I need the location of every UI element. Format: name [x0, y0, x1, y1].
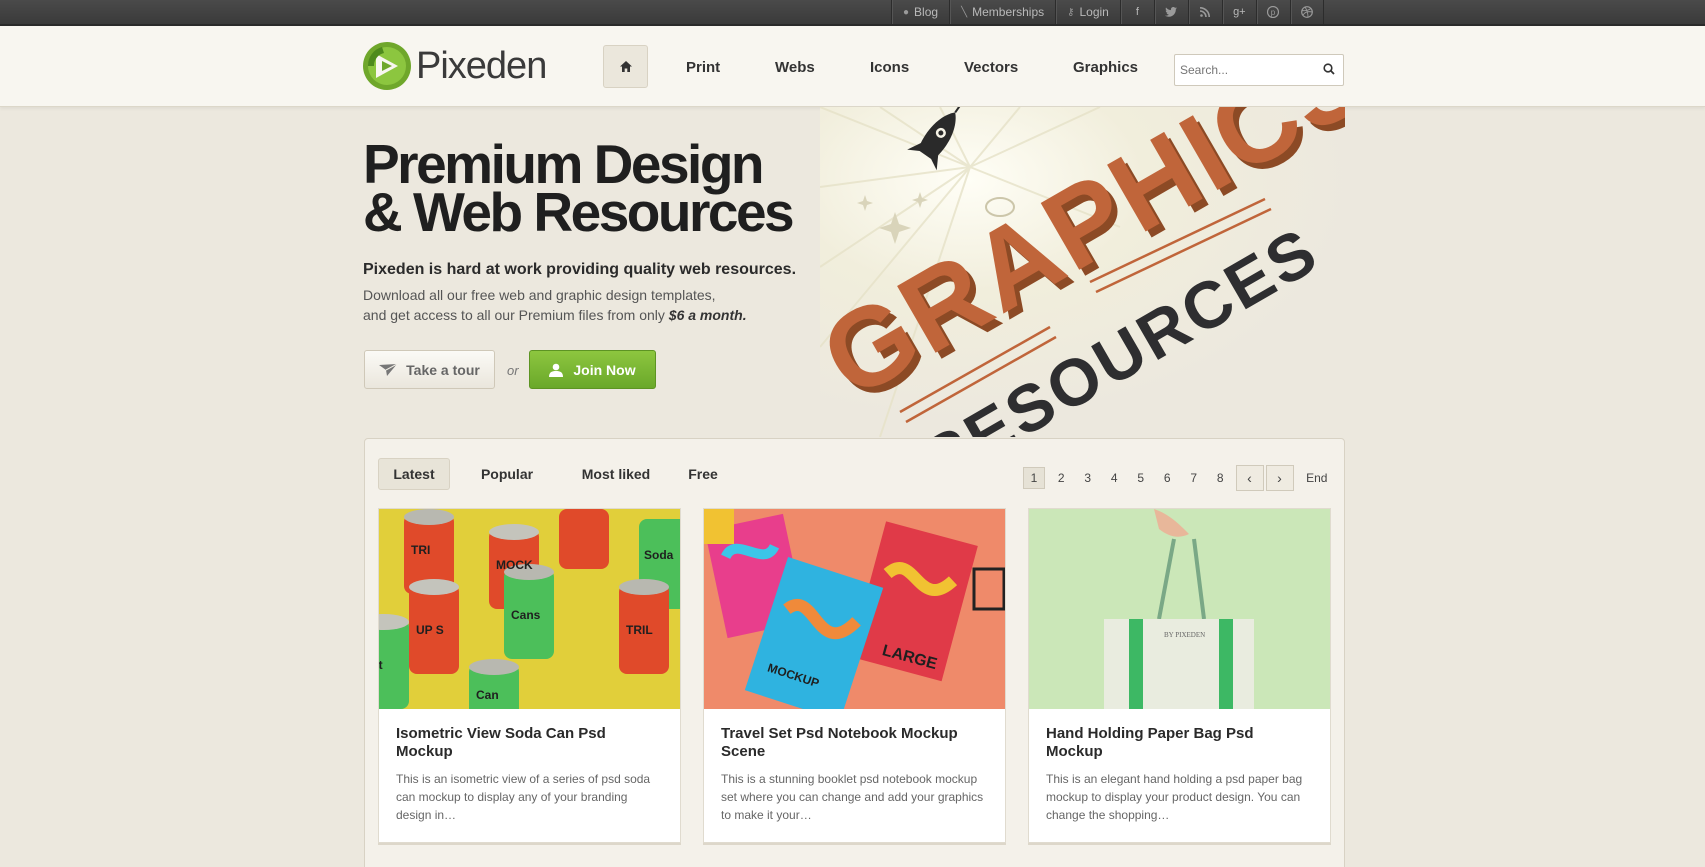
nav-print[interactable]: Print — [686, 59, 720, 76]
next-page-button[interactable]: › — [1265, 465, 1294, 491]
svg-text:Set: Set — [379, 658, 383, 672]
tab-most-liked[interactable]: Most liked — [573, 458, 659, 490]
rss-icon[interactable] — [1187, 0, 1222, 24]
page-3[interactable]: 3 — [1075, 471, 1102, 485]
soda-can-thumbnail[interactable]: TRI MOCK Soda Cans UP S TRIL Set Can — [379, 509, 680, 709]
user-icon — [549, 363, 564, 377]
tab-popular[interactable]: Popular — [474, 458, 540, 490]
hero-title-line2: & Web Resources — [363, 181, 795, 243]
nav-icons[interactable]: Icons — [870, 59, 909, 76]
blog-link[interactable]: ● Blog — [891, 0, 949, 24]
speech-bubble-icon: ● — [903, 6, 910, 18]
page-4[interactable]: 4 — [1101, 471, 1128, 485]
home-button[interactable] — [603, 45, 648, 88]
hero-description: Download all our free web and graphic de… — [363, 285, 747, 325]
nav-webs[interactable]: Webs — [775, 59, 815, 76]
page-6[interactable]: 6 — [1154, 471, 1181, 485]
card-title[interactable]: Travel Set Psd Notebook Mockup Scene — [721, 725, 988, 761]
logo-text: Pixeden — [416, 44, 547, 87]
key-icon: ⚷ — [1067, 6, 1075, 18]
nav-vectors[interactable]: Vectors — [964, 59, 1018, 76]
blog-link-label: Blog — [914, 5, 939, 19]
login-link[interactable]: ⚷ Login — [1055, 0, 1120, 24]
pagination: 1 2 3 4 5 6 7 8 ‹ › End — [1020, 465, 1330, 491]
svg-text:UP S: UP S — [416, 623, 444, 637]
page-5[interactable]: 5 — [1128, 471, 1155, 485]
join-now-label: Join Now — [573, 361, 636, 378]
take-a-tour-label: Take a tour — [406, 361, 480, 378]
twitter-icon[interactable] — [1153, 0, 1188, 24]
dribbble-icon[interactable] — [1289, 0, 1324, 24]
hero-desc-line2-text: and get access to all our Premium files … — [363, 307, 665, 323]
resource-card[interactable]: LARGE MOCKUP Travel Set Psd Notebook Moc… — [703, 508, 1006, 843]
search-icon[interactable] — [1323, 63, 1335, 75]
svg-text:MOCK: MOCK — [496, 558, 533, 572]
hero-title: Premium Design & Web Resources — [363, 137, 795, 243]
svg-text:Cans: Cans — [511, 608, 541, 622]
card-description: This is an isometric view of a series of… — [396, 772, 651, 822]
card-title[interactable]: Isometric View Soda Can Psd Mockup — [396, 725, 663, 761]
site-header: Pixeden Print Webs Icons Vectors Graphic… — [0, 26, 1705, 107]
page-2[interactable]: 2 — [1048, 471, 1075, 485]
google-plus-icon[interactable]: g+ — [1221, 0, 1256, 24]
notebook-thumbnail[interactable]: LARGE MOCKUP — [704, 509, 1005, 709]
search-input[interactable] — [1180, 63, 1320, 77]
svg-text:TRIL: TRIL — [626, 623, 653, 637]
home-icon — [619, 61, 632, 72]
resource-card[interactable]: BY PIXEDEN Hand Holding Paper Bag Psd Mo… — [1028, 508, 1331, 843]
take-a-tour-button[interactable]: Take a tour — [364, 350, 495, 389]
page-7[interactable]: 7 — [1181, 471, 1208, 485]
paper-plane-icon — [379, 363, 398, 376]
top-bar: ● Blog ╲ Memberships ⚷ Login f g+ p — [0, 0, 1705, 26]
logo[interactable]: Pixeden — [362, 41, 547, 91]
svg-text:Can: Can — [476, 688, 499, 702]
top-links: ● Blog ╲ Memberships ⚷ Login f g+ p — [891, 0, 1324, 24]
search-box — [1174, 54, 1344, 86]
or-separator: or — [507, 363, 519, 378]
graphics-resources-illustration: GRAPHICS GRAPHICS RESOURCES — [820, 107, 1345, 437]
paper-bag-thumbnail[interactable]: BY PIXEDEN — [1029, 509, 1330, 709]
hero-subtitle: Pixeden is hard at work providing qualit… — [363, 261, 797, 278]
pixeden-logo-icon — [363, 42, 411, 90]
svg-text:Soda: Soda — [644, 548, 674, 562]
resource-card[interactable]: TRI MOCK Soda Cans UP S TRIL Set Can Isometri… — [378, 508, 681, 843]
hero-price: $6 a month. — [668, 307, 747, 323]
login-link-label: Login — [1079, 5, 1109, 19]
facebook-icon[interactable]: f — [1119, 0, 1154, 24]
card-title[interactable]: Hand Holding Paper Bag Psd Mockup — [1046, 725, 1313, 761]
svg-text:p: p — [1271, 8, 1276, 17]
page-8[interactable]: 8 — [1207, 471, 1234, 485]
nav-graphics[interactable]: Graphics — [1073, 59, 1138, 76]
last-page-link[interactable]: End — [1304, 471, 1331, 485]
card-description: This is a stunning booklet psd notebook … — [721, 772, 984, 822]
pinterest-icon[interactable]: p — [1255, 0, 1290, 24]
hero-desc-line1: Download all our free web and graphic de… — [363, 287, 716, 303]
join-now-button[interactable]: Join Now — [529, 350, 656, 389]
tab-free[interactable]: Free — [683, 458, 723, 490]
prev-page-button[interactable]: ‹ — [1235, 465, 1264, 491]
resources-panel: Latest Popular Most liked Free 1 2 3 4 5… — [364, 438, 1345, 867]
tab-latest[interactable]: Latest — [378, 458, 450, 490]
card-description: This is an elegant hand holding a psd pa… — [1046, 772, 1303, 822]
memberships-link-label: Memberships — [972, 5, 1045, 19]
page-1[interactable]: 1 — [1023, 467, 1045, 489]
pencil-icon: ╲ — [961, 6, 968, 18]
svg-text:BY PIXEDEN: BY PIXEDEN — [1164, 631, 1205, 639]
memberships-link[interactable]: ╲ Memberships — [949, 0, 1055, 24]
svg-text:TRI: TRI — [411, 543, 430, 557]
hero-desc-line2: and get access to all our Premium files … — [363, 305, 747, 325]
